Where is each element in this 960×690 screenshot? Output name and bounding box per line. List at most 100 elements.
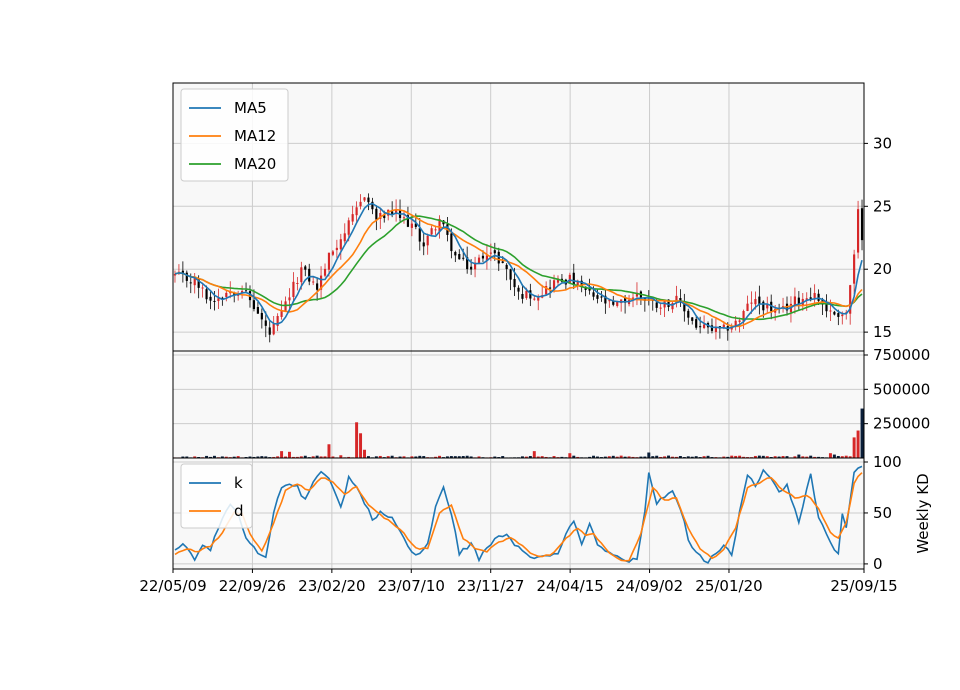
candle-body xyxy=(292,281,295,297)
candle-body xyxy=(754,299,757,305)
kd-y-tick-label: 50 xyxy=(873,504,892,522)
candle-body xyxy=(264,320,267,326)
candle-body xyxy=(525,290,528,299)
volume-bar xyxy=(860,408,864,458)
kd-legend-entry: d xyxy=(234,502,244,520)
candle-body xyxy=(426,235,429,246)
candle-body xyxy=(691,317,694,321)
candle-body xyxy=(193,278,196,286)
candle-body xyxy=(363,197,366,201)
volume-y-tick-label: 500000 xyxy=(873,380,930,398)
candle-body xyxy=(793,296,796,306)
x-tick-label: 22/09/26 xyxy=(219,577,286,595)
volume-bar xyxy=(828,453,832,458)
candle-body xyxy=(702,324,706,328)
volume-bar xyxy=(359,433,363,458)
candle-body xyxy=(458,254,461,260)
x-tick-label: 22/05/09 xyxy=(139,577,206,595)
candle-body xyxy=(600,296,603,298)
candle-body xyxy=(288,297,291,301)
candle-body xyxy=(454,251,457,256)
candle-body xyxy=(853,254,856,284)
candle-body xyxy=(256,307,259,314)
x-tick-label: 23/02/20 xyxy=(298,577,365,595)
volume-bar xyxy=(355,422,359,458)
candle-body xyxy=(189,282,192,284)
candle-body xyxy=(497,251,500,264)
candle-body xyxy=(339,239,342,250)
candle-body xyxy=(402,217,406,219)
volume-bar xyxy=(363,449,366,458)
price-legend-entry: MA20 xyxy=(234,155,276,173)
x-tick-label: 24/04/15 xyxy=(536,577,603,595)
candle-body xyxy=(316,283,319,290)
candle-body xyxy=(572,272,575,286)
kd-y-tick-label: 0 xyxy=(873,555,883,573)
candle-body xyxy=(549,287,552,289)
candle-body xyxy=(501,261,504,263)
price-y-tick-label: 15 xyxy=(873,323,892,341)
candle-body xyxy=(655,302,658,308)
volume-bar xyxy=(568,453,572,458)
candle-body xyxy=(213,300,216,302)
candle-body xyxy=(746,303,749,312)
candle-body xyxy=(695,319,698,328)
candle-body xyxy=(509,269,512,280)
candle-body xyxy=(797,297,800,304)
candle-body xyxy=(699,326,702,328)
candle-body xyxy=(505,264,508,270)
candle-body xyxy=(659,307,662,309)
volume-y-tick-label: 250000 xyxy=(873,415,930,433)
candle-body xyxy=(762,301,765,311)
candle-body xyxy=(833,311,836,315)
kd-legend-entry: k xyxy=(234,474,243,492)
candle-body xyxy=(841,314,844,317)
candle-body xyxy=(185,272,188,281)
stock-chart: 15 20 25 30 250000 500000 750000 0 50 100 Weekly K… xyxy=(139,82,932,595)
x-tick-label: 25/09/15 xyxy=(830,577,897,595)
candle-body xyxy=(304,266,307,270)
candle-body xyxy=(391,211,394,214)
volume-bar xyxy=(832,454,836,458)
price-legend-entry: MA5 xyxy=(234,99,267,117)
candle-body xyxy=(750,302,753,304)
candle-body xyxy=(244,290,248,292)
candle-body xyxy=(813,292,816,298)
candle-body xyxy=(837,313,840,317)
candle-body xyxy=(856,209,860,253)
candle-body xyxy=(418,228,421,242)
candle-body xyxy=(327,252,331,270)
candle-body xyxy=(738,320,741,322)
candle-body xyxy=(375,208,378,220)
candle-body xyxy=(517,287,520,292)
candle-body xyxy=(568,274,571,283)
x-tick-label: 23/07/10 xyxy=(378,577,445,595)
candle-body xyxy=(300,267,303,283)
volume-panel-background xyxy=(173,351,864,458)
candle-body xyxy=(533,298,536,300)
candle-body xyxy=(268,327,271,335)
candle-body xyxy=(252,300,256,310)
price-y-tick-label: 20 xyxy=(873,260,892,278)
kd-y-tick-label: 100 xyxy=(873,453,902,471)
candle-body xyxy=(817,293,820,301)
candle-body xyxy=(537,297,540,301)
x-tick-label: 24/09/02 xyxy=(616,577,683,595)
price-y-tick-label: 25 xyxy=(873,197,892,215)
candle-body xyxy=(312,281,315,283)
volume-bar xyxy=(280,451,284,458)
candle-body xyxy=(521,293,524,299)
price-y-tick-label: 30 xyxy=(873,134,892,152)
candle-body xyxy=(592,292,595,297)
candle-body xyxy=(434,229,437,231)
candle-body xyxy=(722,324,725,328)
volume-bar xyxy=(532,451,536,458)
kd-y-axis-label: Weekly KD xyxy=(914,473,932,553)
candle-body xyxy=(462,257,465,259)
volume-y-tick-label: 750000 xyxy=(873,346,930,364)
candle-body xyxy=(355,207,358,216)
candle-body xyxy=(758,296,761,305)
candle-body xyxy=(493,250,496,254)
candle-body xyxy=(205,289,208,300)
candle-body xyxy=(489,252,492,254)
